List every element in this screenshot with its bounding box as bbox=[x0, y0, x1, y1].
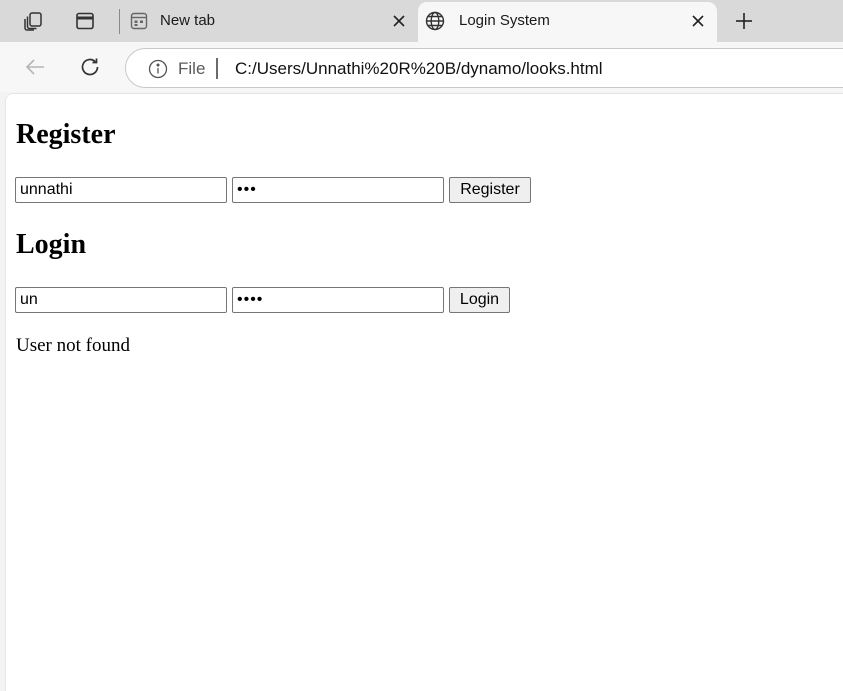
register-button[interactable]: Register bbox=[449, 177, 531, 203]
register-username-input[interactable]: unnathi bbox=[15, 177, 227, 203]
new-tab-button[interactable] bbox=[732, 9, 756, 33]
register-heading: Register bbox=[16, 119, 116, 150]
status-message: User not found bbox=[16, 335, 130, 356]
address-url[interactable]: C:/Users/Unnathi%20R%20B/dynamo/looks.ht… bbox=[235, 59, 603, 79]
login-heading: Login bbox=[16, 229, 87, 260]
workspaces-icon[interactable] bbox=[18, 6, 48, 36]
tab-strip: New tab Login System bbox=[0, 0, 843, 42]
newtab-page-icon bbox=[128, 10, 150, 32]
address-bar[interactable]: File C:/Users/Unnathi%20R%20B/dynamo/loo… bbox=[125, 48, 843, 88]
browser-toolbar: File C:/Users/Unnathi%20R%20B/dynamo/loo… bbox=[0, 42, 843, 92]
tab-login-system[interactable]: Login System bbox=[418, 2, 717, 42]
tab-title: Login System bbox=[459, 12, 550, 29]
login-password-input[interactable]: •••• bbox=[232, 287, 444, 313]
page-viewport: Register unnathi ••• Register Login un •… bbox=[5, 93, 843, 691]
close-tab-icon[interactable] bbox=[688, 11, 708, 31]
address-separator bbox=[216, 58, 218, 79]
back-icon[interactable] bbox=[22, 54, 48, 80]
tab-divider bbox=[119, 9, 120, 34]
login-username-input[interactable]: un bbox=[15, 287, 227, 313]
tab-title: New tab bbox=[160, 12, 216, 29]
site-info-icon[interactable] bbox=[147, 58, 169, 80]
globe-icon bbox=[424, 10, 446, 32]
address-scheme: File bbox=[178, 59, 206, 78]
tab-actions-icon[interactable] bbox=[70, 6, 100, 36]
login-button[interactable]: Login bbox=[449, 287, 510, 313]
tab-new-tab[interactable]: New tab bbox=[121, 0, 417, 42]
refresh-icon[interactable] bbox=[77, 54, 103, 80]
close-tab-icon[interactable] bbox=[389, 11, 409, 31]
register-password-input[interactable]: ••• bbox=[232, 177, 444, 203]
